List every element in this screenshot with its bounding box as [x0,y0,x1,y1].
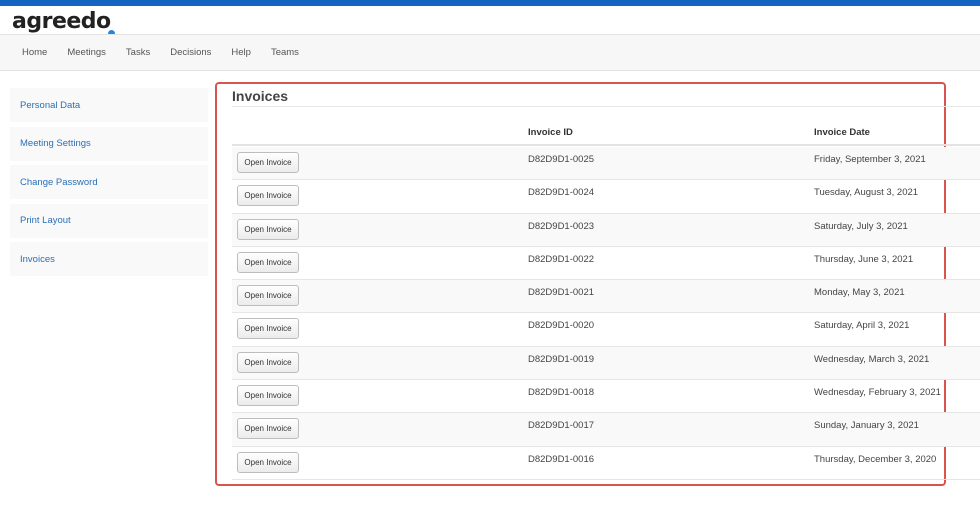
table-row: Open Invoice D82D9D1-0023 Saturday, July 3… [232,213,980,247]
nav-home[interactable]: Home [12,47,57,58]
table-row: Open Invoice D82D9D1-0018 Wednesday, Febru… [232,380,980,414]
open-invoice-button[interactable]: Open Invoice [237,285,299,307]
invoice-date-cell: Sunday, January 3, 2021 [814,420,919,432]
open-invoice-button[interactable]: Open Invoice [237,152,299,173]
column-header-invoice-date: Invoice Date [814,127,870,138]
sidebar-item-invoices[interactable]: Invoices [10,242,208,276]
agreedo-logo[interactable]: agreedo [12,9,115,37]
title-divider [232,106,980,107]
sidebar-item-personal-data[interactable]: Personal Data [10,88,208,122]
invoice-id-cell: D82D9D1-0024 [528,187,595,199]
table-row: Open Invoice D82D9D1-0021 Monday, May 3, 2… [232,280,980,314]
open-invoice-button[interactable]: Open Invoice [237,251,299,273]
invoice-id-cell: D82D9D1-0020 [528,320,595,332]
nav-tasks[interactable]: Tasks [116,47,160,58]
invoice-id-cell: D82D9D1-0017 [528,420,595,432]
invoice-id-cell: D82D9D1-0025 [528,154,595,165]
invoices-table-body: Open Invoice D82D9D1-0025 Friday, Septembe… [232,147,980,480]
invoice-date-cell: Wednesday, March 3, 2021 [814,353,930,365]
table-row: Open Invoice D82D9D1-0019 Wednesday, March… [232,346,980,381]
invoice-id-cell: D82D9D1-0016 [528,453,595,465]
sidebar-item-meeting-settings[interactable]: Meeting Settings [10,126,208,161]
open-invoice-button[interactable]: Open Invoice [237,318,299,340]
invoice-date-cell: Saturday, July 3, 2021 [814,220,908,232]
invoice-id-cell: D82D9D1-0022 [528,253,595,265]
table-row: Open Invoice D82D9D1-0020 Saturday, April … [232,313,980,347]
table-row: Open Invoice D82D9D1-0017 Sunday, January … [232,413,980,447]
invoice-id-cell: D82D9D1-0019 [528,353,595,365]
column-header-invoice-id: Invoice ID [528,127,573,138]
nav-help[interactable]: Help [221,47,261,58]
open-invoice-button[interactable]: Open Invoice [237,418,299,440]
table-row: Open Invoice D82D9D1-0024 Tuesday, August … [232,180,980,214]
nav-decisions[interactable]: Decisions [160,47,221,58]
invoice-id-cell: D82D9D1-0018 [528,387,595,399]
top-accent-bar [0,0,980,6]
table-row: Open Invoice D82D9D1-0022 Thursday, June 3… [232,247,980,281]
open-invoice-button[interactable]: Open Invoice [237,351,299,373]
sidebar-item-change-password[interactable]: Change Password [10,165,208,199]
main-nav: Home Meetings Tasks Decisions Help Teams [0,34,980,71]
invoice-date-cell: Saturday, April 3, 2021 [814,320,910,332]
open-invoice-button[interactable]: Open Invoice [237,385,299,407]
invoices-table-header: Invoice ID Invoice Date [232,118,980,146]
nav-meetings[interactable]: Meetings [57,47,116,58]
open-invoice-button[interactable]: Open Invoice [237,185,299,207]
invoice-date-cell: Friday, September 3, 2021 [814,154,926,165]
table-row: Open Invoice D82D9D1-0025 Friday, Septembe… [232,147,980,181]
open-invoice-button[interactable]: Open Invoice [237,451,299,473]
table-row: Open Invoice D82D9D1-0016 Thursday, Decemb… [232,447,980,480]
logo-text: agreedo [12,9,111,34]
page-title: Invoices [232,88,289,104]
invoice-date-cell: Tuesday, August 3, 2021 [814,187,919,199]
invoice-id-cell: D82D9D1-0021 [528,287,595,299]
settings-sidebar: Personal Data Meeting Settings Change Pa… [10,88,208,281]
sidebar-item-print-layout[interactable]: Print Layout [10,203,208,238]
open-invoice-button[interactable]: Open Invoice [237,218,299,240]
nav-teams[interactable]: Teams [261,47,309,58]
invoice-date-cell: Monday, May 3, 2021 [814,287,905,299]
invoice-date-cell: Wednesday, February 3, 2021 [814,387,941,399]
invoice-date-cell: Thursday, December 3, 2020 [814,453,937,465]
invoice-date-cell: Thursday, June 3, 2021 [814,253,914,265]
invoice-id-cell: D82D9D1-0023 [528,220,595,232]
